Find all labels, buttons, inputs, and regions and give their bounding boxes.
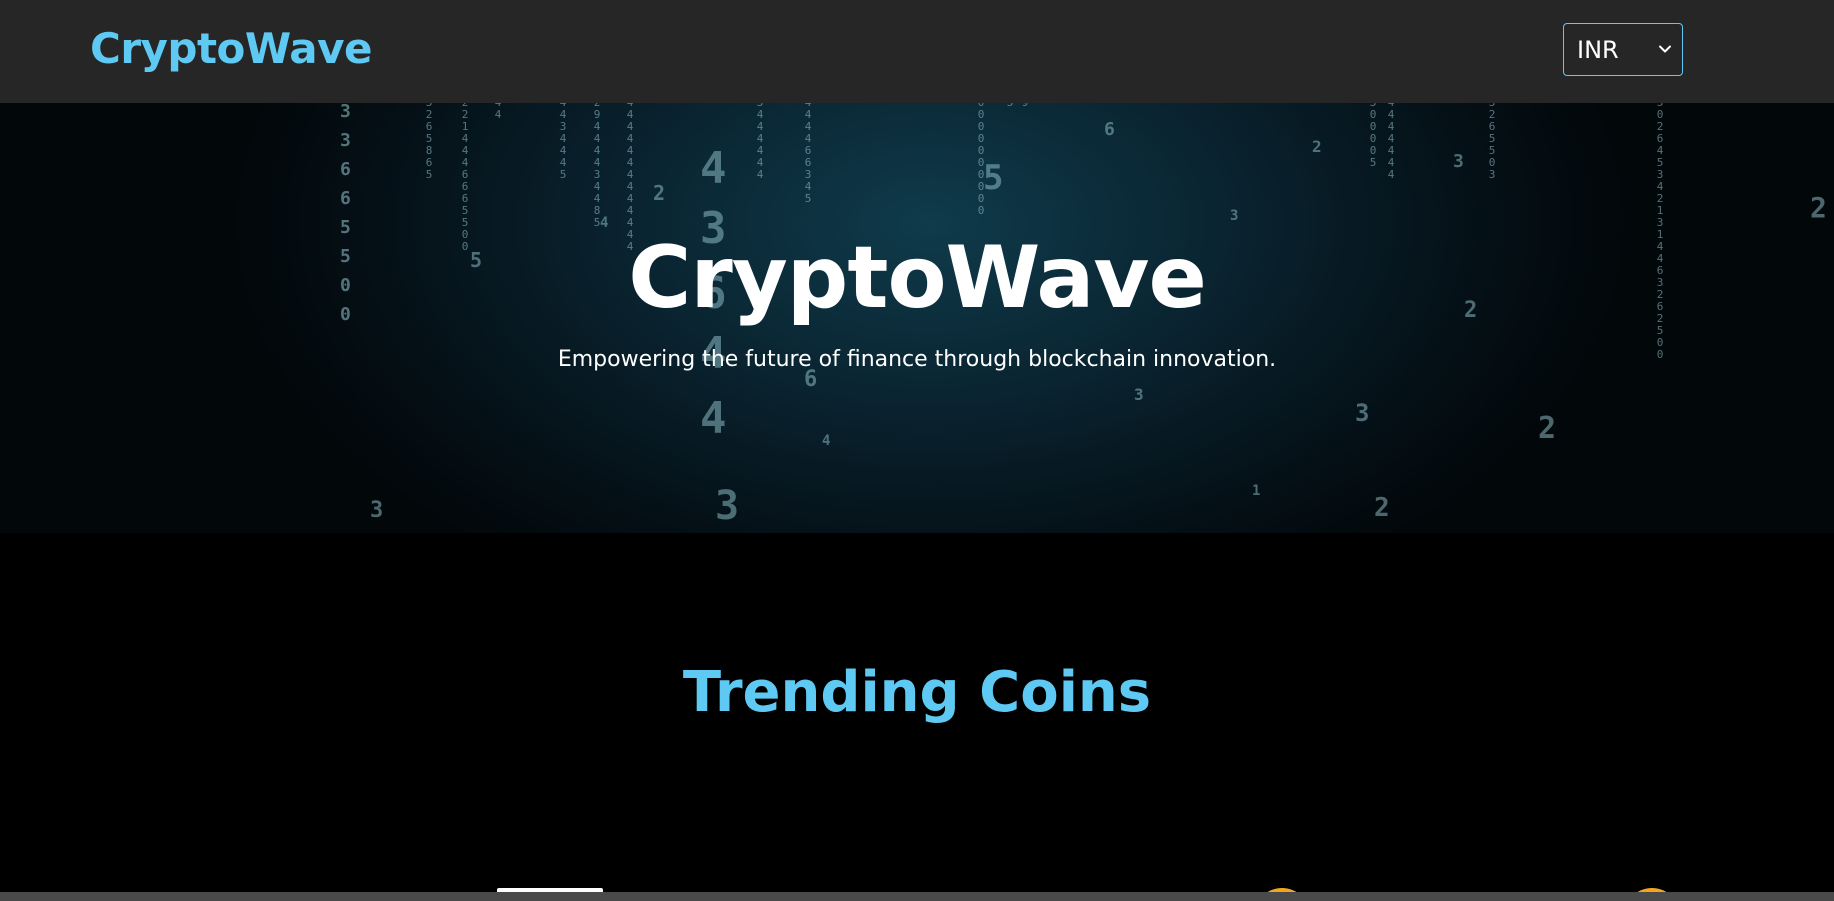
chevron-down-icon bbox=[1659, 45, 1671, 53]
scrollbar-track[interactable] bbox=[0, 892, 1834, 901]
brand-logo[interactable]: CryptoWave bbox=[90, 24, 372, 73]
trending-title: Trending Coins bbox=[682, 660, 1152, 725]
currency-select-value: INR bbox=[1577, 35, 1619, 64]
currency-select[interactable]: INR bbox=[1563, 23, 1683, 76]
hero-tagline: Empowering the future of finance through… bbox=[557, 347, 1277, 372]
top-navbar: CryptoWave INR bbox=[0, 0, 1834, 103]
hero-title: CryptoWave bbox=[628, 228, 1207, 328]
page: CryptoWave INR 3 3 6 6 5 5 0 0 3265865 2… bbox=[0, 0, 1834, 901]
hero-banner: 3 3 6 6 5 5 0 0 3265865 2214446665500 44… bbox=[0, 103, 1834, 533]
